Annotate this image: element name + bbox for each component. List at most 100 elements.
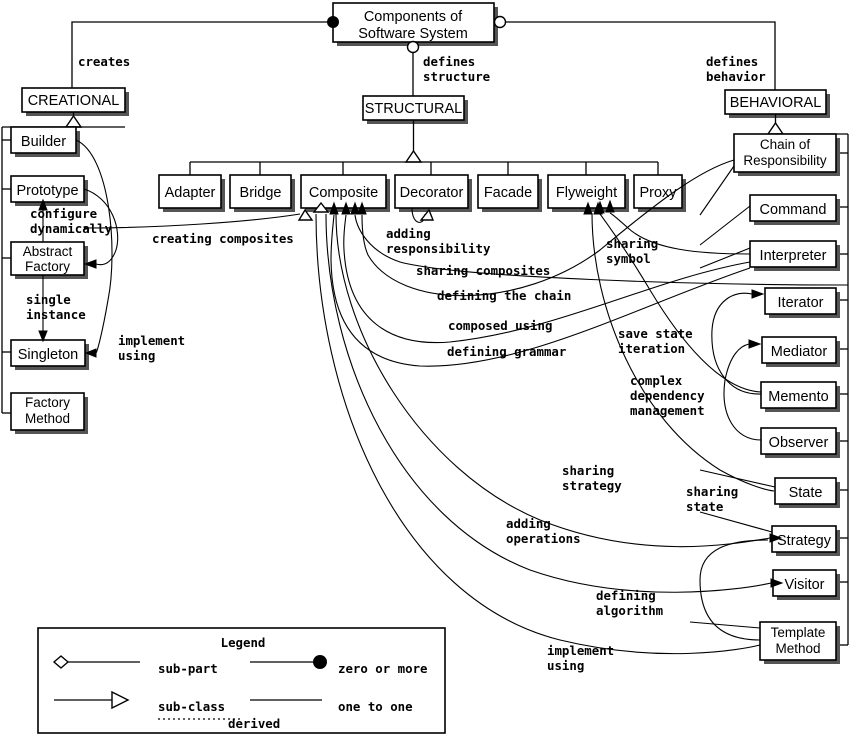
association-hollow-circle-structural — [406, 40, 420, 96]
node-mediator[interactable]: Mediator — [761, 336, 840, 367]
legend-label-derived: derived — [228, 716, 280, 731]
label-implement-using-bottom-line1: implement — [547, 643, 614, 658]
label-implement-using-left-line2: using — [118, 348, 155, 363]
label-sharing-symbol-line2: symbol — [606, 251, 651, 266]
edge-interpreter-incoming — [699, 247, 751, 269]
generalization-behavioral — [766, 114, 849, 646]
node-facade[interactable]: Facade — [477, 174, 542, 212]
label-configure-dynamically-line1: configure — [30, 206, 97, 221]
node-strategy-label: Strategy — [777, 533, 832, 549]
label-single-instance-line2: instance — [26, 307, 86, 322]
node-abstract-factory-line1: Abstract — [23, 244, 73, 259]
node-observer[interactable]: Observer — [760, 427, 840, 458]
label-implement-using-bottom-line2: using — [547, 658, 584, 673]
node-flyweight-label: Flyweight — [556, 185, 617, 201]
label-complex-dep-line3: management — [630, 403, 705, 418]
edge-command-incoming — [699, 205, 751, 246]
node-template-method[interactable]: Template Method — [759, 621, 840, 664]
label-adding-responsibility-line2: responsibility — [386, 241, 491, 256]
legend: Legend sub-part zero or more sub-class o… — [37, 627, 446, 734]
node-state[interactable]: State — [774, 477, 840, 508]
node-behavioral[interactable]: BEHAVIORAL — [724, 89, 830, 118]
label-sharing-strategy-line1: sharing — [562, 463, 614, 478]
edge-defining-algorithm — [699, 539, 769, 641]
node-title-line2: Software System — [358, 26, 468, 42]
node-command-label: Command — [760, 202, 827, 218]
label-defining-algorithm-line1: defining — [596, 588, 656, 603]
node-abstract-factory[interactable]: Abstract Factory — [10, 241, 88, 279]
node-facade-label: Facade — [484, 185, 532, 201]
node-decorator-label: Decorator — [400, 185, 464, 201]
node-interpreter[interactable]: Interpreter — [749, 240, 840, 271]
node-builder-label: Builder — [21, 134, 66, 150]
label-defines-behavior-line1: defines — [706, 54, 758, 69]
legend-label-sub-part: sub-part — [158, 661, 218, 676]
node-observer-label: Observer — [769, 435, 829, 451]
node-bridge-label: Bridge — [240, 185, 282, 201]
node-abstract-factory-line2: Factory — [25, 259, 70, 274]
node-memento-label: Memento — [768, 389, 828, 405]
node-structural[interactable]: STRUCTURAL — [362, 95, 468, 124]
node-mediator-label: Mediator — [771, 344, 828, 360]
node-template-method-line2: Method — [775, 641, 820, 656]
label-sharing-strategy-line2: strategy — [562, 478, 622, 493]
node-components-of-software-system[interactable]: Components of Software System — [332, 2, 498, 46]
label-creating-composites: creating composites — [152, 231, 294, 246]
edge-creating-composites — [83, 208, 314, 229]
node-prototype[interactable]: Prototype — [10, 175, 88, 206]
node-memento[interactable]: Memento — [760, 381, 840, 412]
node-visitor[interactable]: Visitor — [772, 569, 840, 600]
edge-strategy-incoming — [699, 511, 773, 533]
label-adding-operations-line2: operations — [506, 531, 581, 546]
label-save-state-iteration-line1: save state — [618, 326, 693, 341]
node-template-method-line1: Template — [771, 625, 826, 640]
edge-save-state-iteration — [595, 200, 762, 393]
node-singleton[interactable]: Singleton — [10, 339, 89, 370]
label-defining-the-chain: defining the chain — [437, 288, 571, 303]
node-creational[interactable]: CREATIONAL — [21, 87, 129, 116]
node-prototype-label: Prototype — [16, 183, 78, 199]
node-chain-line2: Responsibility — [743, 153, 827, 168]
node-singleton-label: Singleton — [18, 347, 78, 363]
label-creates: creates — [78, 54, 130, 69]
label-defines-structure-line1: defines — [423, 54, 475, 69]
node-title-line1: Components of — [364, 9, 463, 25]
label-defining-grammar: defining grammar — [447, 344, 566, 359]
node-composite-label: Composite — [309, 185, 378, 201]
node-adapter[interactable]: Adapter — [158, 174, 225, 212]
label-adding-operations-line1: adding — [506, 516, 551, 531]
legend-label-sub-class: sub-class — [158, 699, 225, 714]
label-complex-dep-line2: dependency — [630, 388, 705, 403]
legend-title: Legend — [221, 635, 266, 650]
node-bridge[interactable]: Bridge — [229, 174, 295, 212]
node-creational-label: CREATIONAL — [28, 93, 120, 109]
node-decorator[interactable]: Decorator — [394, 174, 472, 212]
label-sharing-state-line1: sharing — [686, 484, 738, 499]
label-defining-algorithm-line2: algorithm — [596, 603, 663, 618]
label-adding-responsibility-line1: adding — [386, 226, 431, 241]
node-adapter-label: Adapter — [165, 185, 216, 201]
node-builder[interactable]: Builder — [10, 126, 80, 157]
node-behavioral-label: BEHAVIORAL — [730, 95, 822, 111]
label-sharing-composites: sharing composites — [416, 263, 550, 278]
generalization-structural — [189, 120, 659, 175]
edge-chain-incoming — [699, 165, 735, 216]
node-state-label: State — [789, 485, 823, 501]
node-structural-label: STRUCTURAL — [365, 101, 462, 117]
label-save-state-iteration-line2: iteration — [618, 341, 685, 356]
label-single-instance-line1: single — [26, 292, 71, 307]
node-iterator-label: Iterator — [778, 295, 824, 311]
label-implement-using-left-line1: implement — [118, 333, 185, 348]
edge-observer-mediator — [723, 339, 762, 441]
node-factory-method-line1: Factory — [25, 395, 70, 410]
aggregation-filled-circle-creational — [71, 16, 339, 88]
design-patterns-diagram: Components of Software System creates de… — [1, 2, 849, 734]
label-defines-structure-line2: structure — [423, 69, 490, 84]
node-chain-of-responsibility[interactable]: Chain of Responsibility — [733, 133, 840, 176]
node-iterator[interactable]: Iterator — [764, 287, 840, 318]
node-strategy[interactable]: Strategy — [771, 525, 840, 556]
node-interpreter-label: Interpreter — [760, 248, 827, 264]
node-proxy[interactable]: Proxy — [633, 174, 686, 212]
node-command[interactable]: Command — [749, 194, 840, 225]
node-factory-method[interactable]: Factory Method — [10, 392, 88, 434]
